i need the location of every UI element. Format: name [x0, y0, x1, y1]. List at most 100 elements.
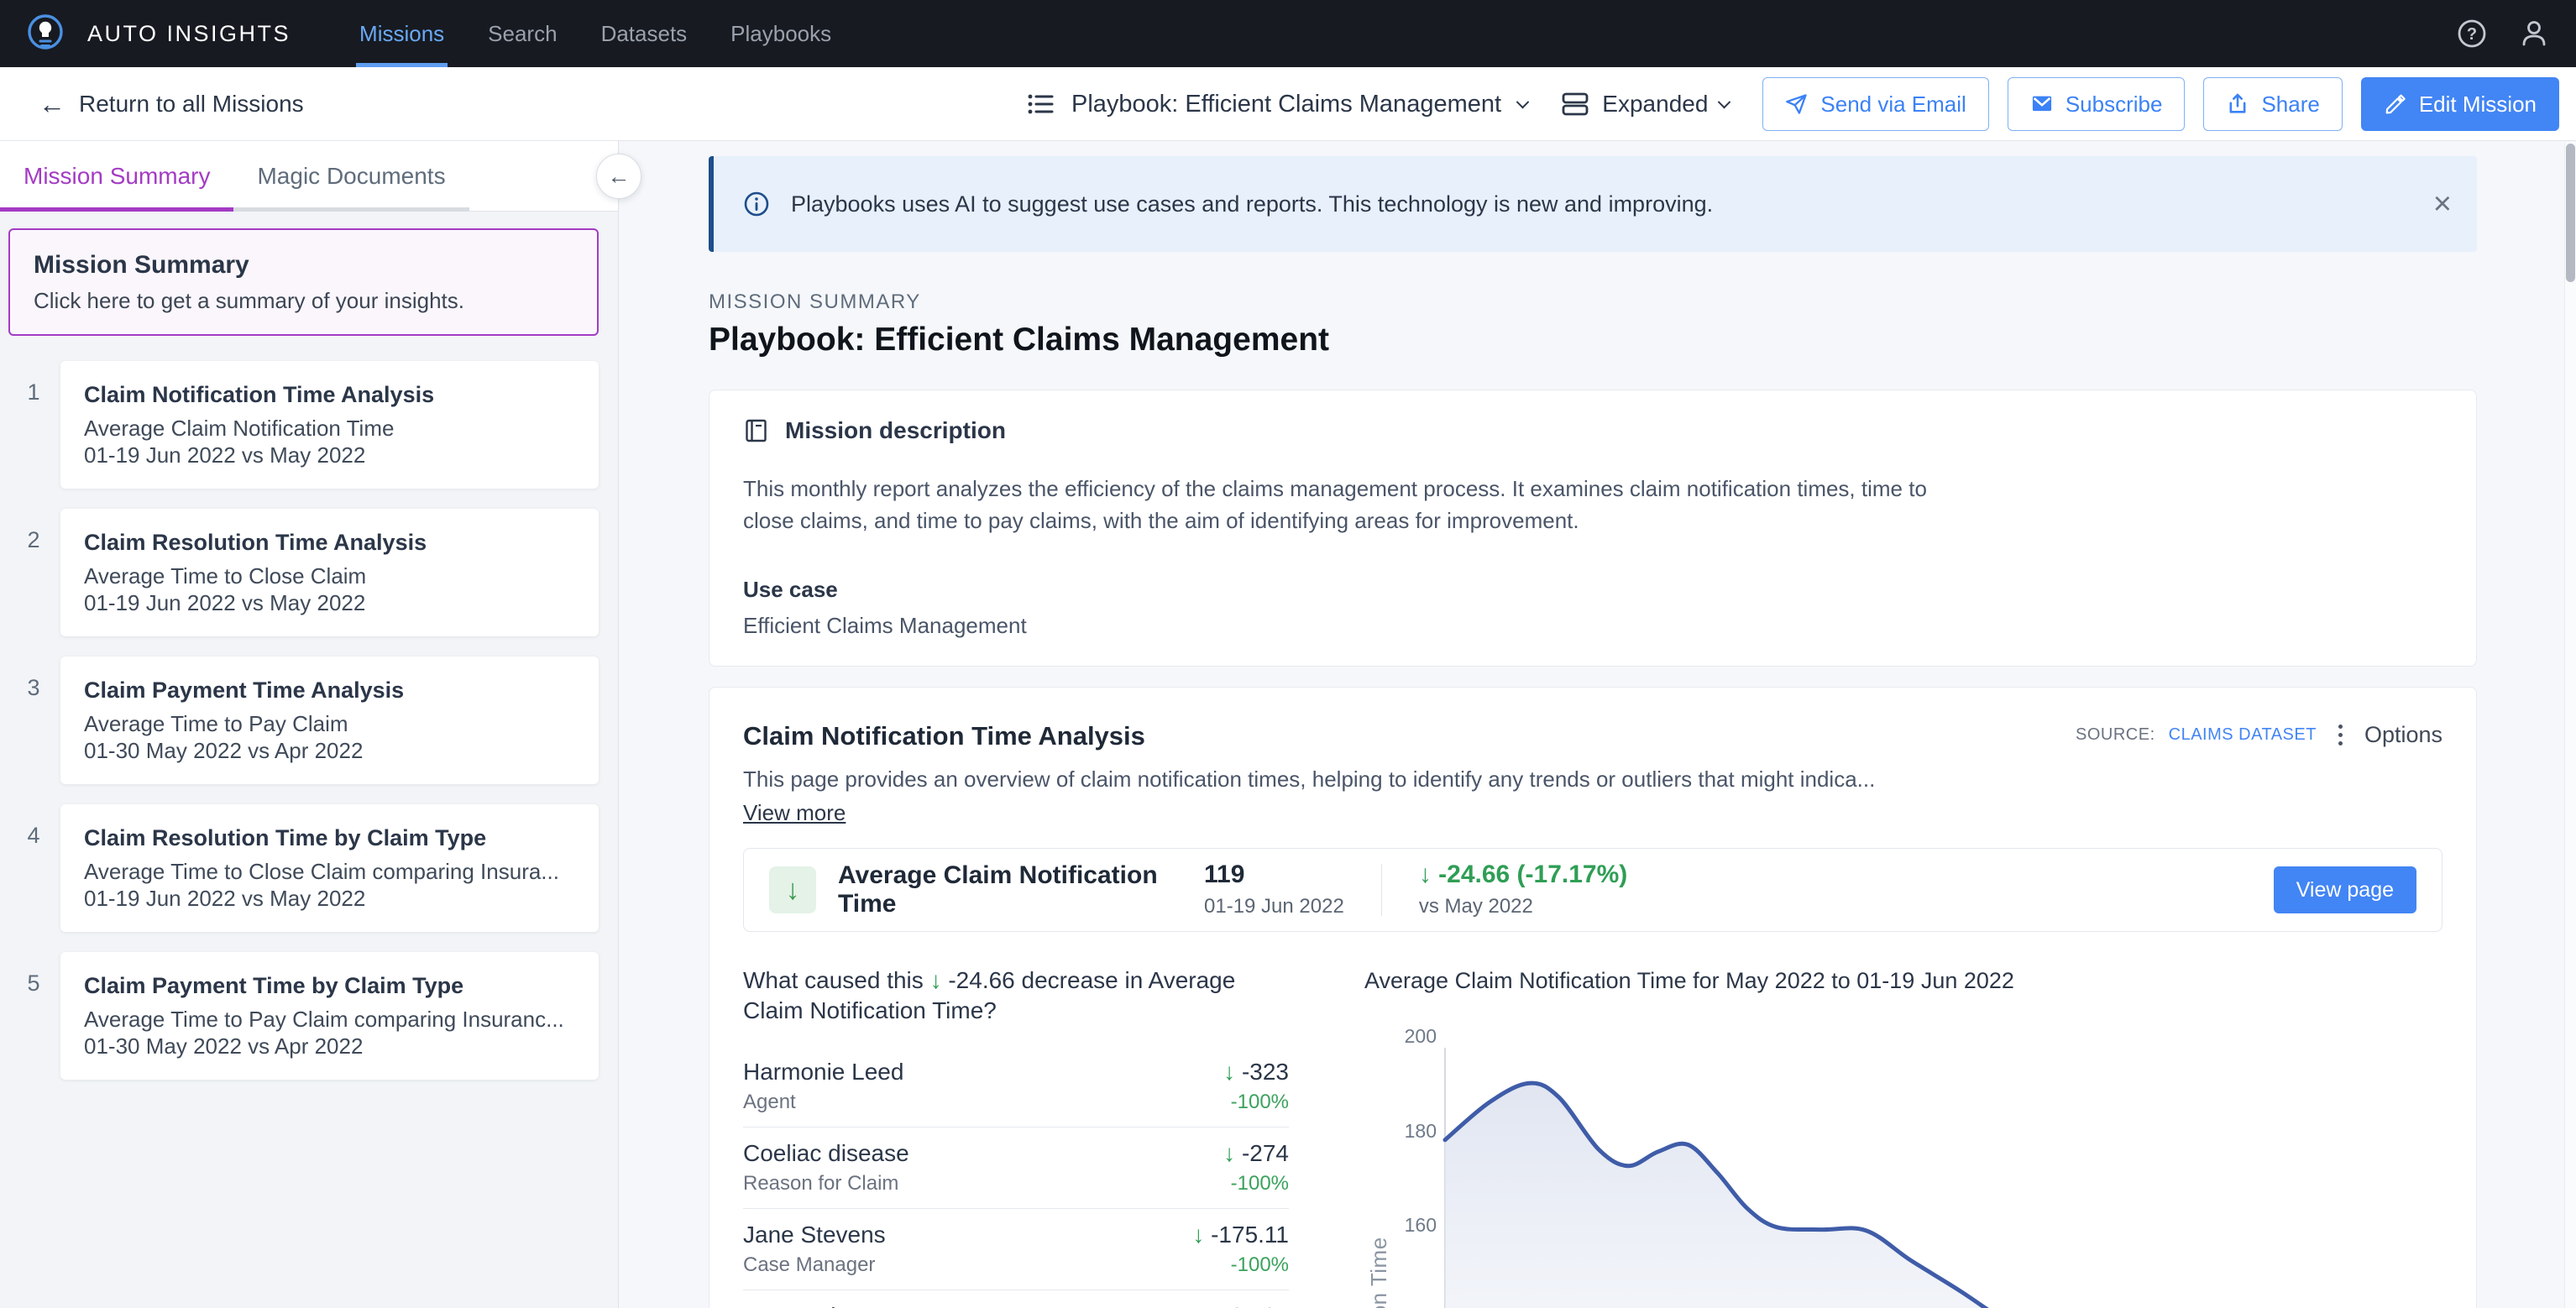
source-dataset-link[interactable]: CLAIMS DATASET	[2169, 725, 2317, 745]
y-axis-label: Claim Notification Time	[1366, 1237, 1391, 1308]
down-arrow-icon: ↓	[769, 866, 816, 913]
pencil-icon	[2384, 92, 2407, 116]
nav-item-datasets[interactable]: Datasets	[579, 0, 709, 67]
mission-summary-card-title: Mission Summary	[34, 250, 573, 280]
playbook-selector-label: Playbook: Efficient Claims Management	[1071, 91, 1501, 118]
kpi-metric: Average Claim Notification Time	[838, 861, 1204, 918]
svg-text:?: ?	[2467, 25, 2477, 44]
down-arrow-icon: ↓	[1191, 1303, 1202, 1308]
item-metric: Average Time to Close Claim comparing In…	[84, 858, 575, 885]
contributor-dimension: Case Manager	[743, 1253, 1192, 1278]
kebab-menu-icon[interactable]	[2330, 721, 2351, 749]
y-tick: 180	[1405, 1120, 1437, 1142]
item-number: 3	[18, 675, 49, 701]
contributor-name: New York	[743, 1302, 1191, 1308]
auto-insights-logo-icon	[25, 13, 65, 54]
down-arrow-icon: ↓	[1192, 1222, 1204, 1248]
book-icon	[743, 417, 770, 444]
table-row[interactable]: Harmonie Leed Agent ↓ -323 -100%	[743, 1046, 1289, 1127]
collapse-arrow-icon: ←	[608, 164, 631, 190]
item-number: 1	[18, 379, 49, 405]
driver-question: What caused this ↓ -24.66 decrease in Av…	[743, 965, 1289, 1026]
description-body: This monthly report analyzes the efficie…	[743, 473, 1977, 536]
list-item[interactable]: 4 Claim Resolution Time by Claim Type Av…	[60, 804, 599, 932]
chart-panel: Average Claim Notification Time for May …	[1364, 965, 2481, 1308]
share-button[interactable]: Share	[2203, 77, 2342, 131]
item-title: Claim Payment Time Analysis	[84, 677, 575, 704]
table-row[interactable]: Coeliac disease Reason for Claim ↓ -274 …	[743, 1127, 1289, 1209]
list-item[interactable]: 1 Claim Notification Time Analysis Avera…	[60, 361, 599, 489]
item-period: 01-30 May 2022 vs Apr 2022	[84, 737, 575, 764]
contributor-pct: -100%	[1223, 1171, 1289, 1196]
item-metric: Average Time to Close Claim	[84, 562, 575, 589]
user-icon[interactable]	[2517, 17, 2551, 50]
claim-notification-analysis-card: Claim Notification Time Analysis SOURCE:…	[709, 687, 2477, 1308]
back-label: Return to all Missions	[79, 91, 304, 118]
item-metric: Average Time to Pay Claim	[84, 710, 575, 737]
back-arrow-icon: ←	[39, 91, 65, 118]
contributor-change: -175.11	[1211, 1222, 1289, 1248]
layout-icon	[1562, 92, 1590, 117]
item-number: 4	[18, 823, 49, 849]
list-item[interactable]: 3 Claim Payment Time Analysis Average Ti…	[60, 657, 599, 784]
chart-title: Average Claim Notification Time for May …	[1364, 965, 2481, 996]
contributor-dimension: Agent	[743, 1090, 1223, 1115]
item-number: 2	[18, 527, 49, 553]
nav-item-search[interactable]: Search	[466, 0, 579, 67]
contributor-pct: -100%	[1223, 1090, 1289, 1115]
view-mode-dropdown[interactable]: Expanded	[1562, 91, 1729, 118]
item-title: Claim Resolution Time by Claim Type	[84, 824, 575, 851]
view-mode-label: Expanded	[1602, 91, 1708, 118]
send-via-email-button[interactable]: Send via Email	[1762, 77, 1988, 131]
item-period: 01-19 Jun 2022 vs May 2022	[84, 442, 575, 468]
use-case-label: Use case	[743, 577, 2442, 603]
analysis-title: Claim Notification Time Analysis	[743, 721, 1145, 751]
chevron-down-icon	[1516, 95, 1530, 108]
table-row[interactable]: New York ↓ -161.64	[743, 1290, 1289, 1308]
kpi-change-period: vs May 2022	[1419, 894, 1627, 919]
contributor-change: -323	[1242, 1059, 1289, 1085]
y-tick: 200	[1405, 1025, 1437, 1047]
divider	[1381, 864, 1382, 916]
sidebar-tabs: Mission Summary Magic Documents	[0, 141, 618, 212]
chevron-down-icon	[1718, 95, 1731, 108]
options-button[interactable]: Options	[2364, 722, 2442, 748]
edit-mission-button[interactable]: Edit Mission	[2361, 77, 2559, 131]
drivers-panel: What caused this ↓ -24.66 decrease in Av…	[743, 965, 1289, 1308]
item-period: 01-30 May 2022 vs Apr 2022	[84, 1033, 575, 1059]
list-item[interactable]: 5 Claim Payment Time by Claim Type Avera…	[60, 952, 599, 1080]
mission-description-card: Mission description This monthly report …	[709, 390, 2477, 667]
playbook-selector[interactable]: Playbook: Efficient Claims Management	[1026, 67, 1527, 141]
tab-mission-summary[interactable]: Mission Summary	[0, 141, 233, 211]
main-content: Playbooks uses AI to suggest use cases a…	[620, 141, 2576, 1308]
description-title: Mission description	[785, 417, 1006, 444]
contributor-name: Coeliac disease	[743, 1139, 1223, 1168]
nav-item-playbooks[interactable]: Playbooks	[709, 0, 853, 67]
back-to-missions-link[interactable]: ← Return to all Missions	[39, 67, 304, 141]
contributor-name: Harmonie Leed	[743, 1058, 1223, 1086]
contributor-dimension: Reason for Claim	[743, 1171, 1223, 1196]
send-icon	[1785, 92, 1809, 116]
sidebar-collapse-button[interactable]: ←	[596, 154, 641, 199]
toolbar: ← Return to all Missions Playbook: Effic…	[0, 67, 2576, 141]
contributor-pct: -100%	[1192, 1253, 1289, 1278]
scrollbar-thumb[interactable]	[2566, 144, 2575, 282]
brand-name: AUTO INSIGHTS	[87, 21, 291, 47]
item-title: Claim Resolution Time Analysis	[84, 529, 575, 556]
list-item[interactable]: 2 Claim Resolution Time Analysis Average…	[60, 509, 599, 636]
view-page-button[interactable]: View page	[2274, 866, 2416, 913]
subscribe-button[interactable]: Subscribe	[2008, 77, 2186, 131]
sidebar: Mission Summary Magic Documents Mission …	[0, 141, 619, 1308]
close-icon[interactable]: ×	[2433, 188, 2452, 220]
list-icon	[1026, 90, 1055, 118]
mission-summary-card[interactable]: Mission Summary Click here to get a summ…	[8, 228, 599, 336]
page-title: Playbook: Efficient Claims Management	[709, 321, 2477, 359]
view-more-link[interactable]: View more	[743, 800, 846, 826]
table-row[interactable]: Jane Stevens Case Manager ↓ -175.11 -100…	[743, 1209, 1289, 1290]
kpi-value-period: 01-19 Jun 2022	[1204, 894, 1344, 919]
ai-info-banner: Playbooks uses AI to suggest use cases a…	[709, 156, 2477, 252]
tab-magic-documents[interactable]: Magic Documents	[233, 141, 469, 211]
nav-item-missions[interactable]: Missions	[338, 0, 466, 67]
help-icon[interactable]: ?	[2455, 17, 2489, 50]
scrollbar-track[interactable]	[2564, 142, 2576, 1308]
